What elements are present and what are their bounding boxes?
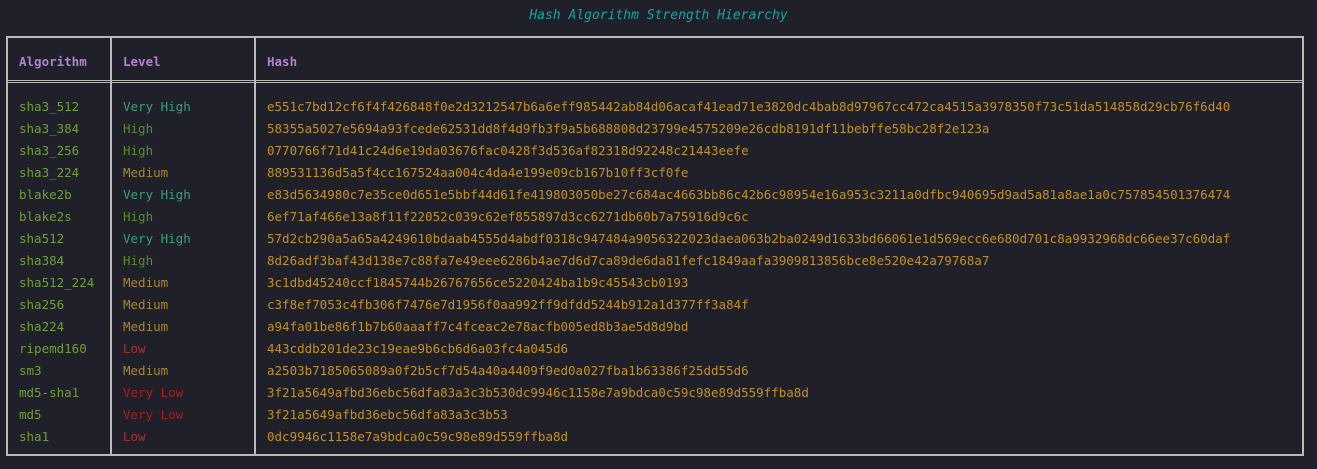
hash-cell: 3c1dbd45240ccf1845744b26767656ce5220424b… [267,275,689,290]
table-row: ripemd160 Low 443cddb201de23c19eae9b6cb6d6… [8,338,1302,360]
hash-cell: 6ef71af466e13a8f11f22052c039c62ef855897d… [267,209,749,224]
level-cell: Medium [123,297,169,312]
level-cell: High [123,143,154,158]
table-row: sha512_224 Medium 3c1dbd45240ccf1845744b26… [8,272,1302,294]
level-cell: Medium [123,275,169,290]
algorithm-cell: sha1 [19,429,50,444]
algorithm-cell: sha3_224 [19,165,80,180]
hash-cell: e551c7bd12cf6f4f426848f0e2d3212547b6a6ef… [267,99,1231,114]
header-separator [8,80,1302,83]
level-cell: Very Low [123,385,184,400]
hash-cell: 0770766f71d41c24d6e19da03676fac0428f3d53… [267,143,749,158]
hash-cell: 58355a5027e5694a93fcede62531dd8f4d9fb3f9… [267,121,990,136]
hash-cell: a2503b7185065089a0f2b5cf7d54a40a4409f9ed… [267,363,749,378]
table-row: sm3 Medium a2503b7185065089a0f2b5cf7d54a40… [8,360,1302,382]
level-cell: Low [123,341,146,356]
level-cell: Very High [123,187,191,202]
header-algorithm: Algorithm [19,54,87,69]
scrolled-content-fragment: • • [24,0,46,6]
level-cell: Very Low [123,407,184,422]
level-cell: Very High [123,99,191,114]
table-row: sha3_384 High 58355a5027e5694a93fcede62531… [8,118,1302,140]
level-cell: Medium [123,363,169,378]
table-row: md5-sha1 Very Low 3f21a5649afbd36ebc56dfa8… [8,382,1302,404]
algorithm-cell: md5-sha1 [19,385,80,400]
hash-cell: 443cddb201de23c19eae9b6cb6d6a03fc4a045d6 [267,341,569,356]
hash-cell: 57d2cb290a5a65a4249610bdaab4555d4abdf031… [267,231,1231,246]
table-title: Hash Algorithm Strength Hierarchy [529,8,788,23]
table-row: sha256 Medium c3f8ef7053c4fb306f7476e7d195… [8,294,1302,316]
table-row: sha384 High 8d26adf3baf43d138e7c88fa7e49ee… [8,250,1302,272]
algorithm-cell: sha3_512 [19,99,80,114]
algorithm-cell: sha3_256 [19,143,80,158]
level-cell: High [123,253,154,268]
table-row: sha224 Medium a94fa01be86f1b7b60aaaff7c4fc… [8,316,1302,338]
table-row: sha3_512 Very High e551c7bd12cf6f4f426848f… [8,96,1302,118]
header-hash: Hash [267,54,298,69]
hash-cell: 8d26adf3baf43d138e7c88fa7e49eee6286b4ae7… [267,253,990,268]
table-row: blake2s High 6ef71af466e13a8f11f22052c039c… [8,206,1302,228]
level-cell: Low [123,429,146,444]
table-row: sha512 Very High 57d2cb290a5a65a4249610bda… [8,228,1302,250]
level-cell: Medium [123,165,169,180]
level-cell: High [123,209,154,224]
algorithm-cell: blake2s [19,209,72,224]
table-row: sha1 Low 0dc9946c1158e7a9bdca0c59c98e89d55… [8,426,1302,448]
algorithm-cell: sha256 [19,297,65,312]
table-row: sha3_224 Medium 889531136d5a5f4cc167524aa0… [8,162,1302,184]
table-row: blake2b Very High e83d5634980c7e35ce0d651e… [8,184,1302,206]
header-level: Level [123,54,161,69]
algorithm-cell: sha3_384 [19,121,80,136]
hash-cell: 3f21a5649afbd36ebc56dfa83a3c3b530dc9946c… [267,385,809,400]
algorithm-cell: sha224 [19,319,65,334]
table-row: md5 Very Low 3f21a5649afbd36ebc56dfa83a3c3… [8,404,1302,426]
hash-cell: 889531136d5a5f4cc167524aa004c4da4e199e09… [267,165,689,180]
level-cell: Very High [123,231,191,246]
level-cell: High [123,121,154,136]
algorithm-cell: sha384 [19,253,65,268]
algorithm-cell: sm3 [19,363,42,378]
hash-cell: e83d5634980c7e35ce0d651e5bbf44d61fe41980… [267,187,1231,202]
hash-cell: 0dc9946c1158e7a9bdca0c59c98e89d559ffba8d [267,429,569,444]
algorithm-cell: sha512 [19,231,65,246]
algorithm-cell: md5 [19,407,42,422]
hash-cell: 3f21a5649afbd36ebc56dfa83a3c3b53 [267,407,508,422]
level-cell: Medium [123,319,169,334]
table-row: sha3_256 High 0770766f71d41c24d6e19da03676… [8,140,1302,162]
algorithm-cell: blake2b [19,187,72,202]
algorithm-cell: ripemd160 [19,341,87,356]
algorithm-cell: sha512_224 [19,275,95,290]
table-body: sha3_512 Very High e551c7bd12cf6f4f426848f… [8,96,1302,448]
hash-cell: a94fa01be86f1b7b60aaaff7c4fceac2e78acfb0… [267,319,689,334]
hash-cell: c3f8ef7053c4fb306f7476e7d1956f0aa992ff9d… [267,297,749,312]
hash-table: Algorithm Level Hash sha3_512 Very High e5… [6,36,1304,456]
